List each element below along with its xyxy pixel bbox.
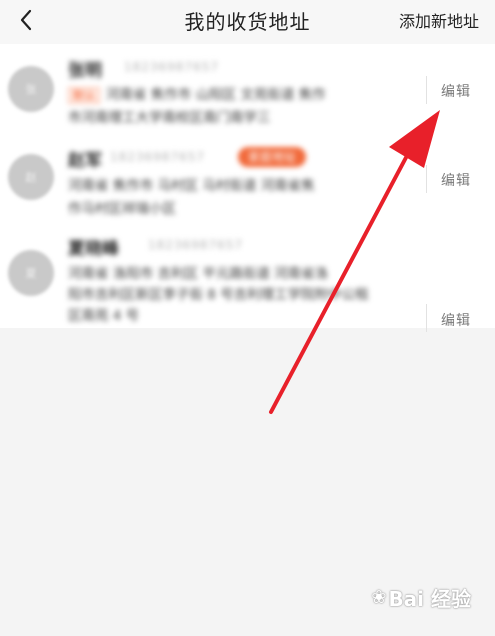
address-line-2: 阳市吉利区新区李子街 8 号吉利理工学院附中公租: [68, 287, 369, 303]
paw-icon: ❀: [371, 587, 387, 608]
avatar: 赵: [8, 154, 54, 200]
address-label-badge: 家庭地址: [238, 147, 307, 167]
contact-phone: 18236987657: [148, 238, 243, 252]
address-line-2: 作马村区祥瑞小区: [68, 201, 176, 217]
edit-button[interactable]: 编辑: [441, 310, 471, 330]
contact-phone: 18236987657: [110, 150, 205, 164]
address-item[interactable]: 张 张明 18236987657 默认 河南省 焦作市 山阳区 文苑街道 焦作 市…: [0, 44, 495, 136]
contact-name: 赵军: [68, 151, 102, 171]
watermark-text: Bai 经验: [388, 587, 471, 611]
address-line-1: 河南省 焦作市 马村区 马村街道 河南省焦: [68, 178, 315, 194]
contact-name: 张明: [68, 61, 102, 81]
top-bar: 我的收货地址 添加新地址: [0, 0, 495, 44]
address-line-3: 区南苑 4 号: [68, 308, 140, 324]
divider: [426, 304, 427, 332]
contact-phone: 18236987657: [124, 60, 219, 74]
add-address-button[interactable]: 添加新地址: [399, 8, 479, 32]
divider: [426, 165, 427, 193]
avatar: 张: [8, 66, 54, 112]
address-list: 张 张明 18236987657 默认 河南省 焦作市 山阳区 文苑街道 焦作 市…: [0, 44, 495, 332]
default-tag: 默认: [68, 87, 100, 104]
address-line-2: 市河南理工大学南校区南门南学三: [68, 110, 271, 126]
watermark: ❀ Bai 经验: [371, 583, 471, 612]
address-item[interactable]: 夏 夏晓峰 18236987657 河南省 洛阳市 吉利区 平元路街道 河南省洛…: [0, 228, 495, 332]
address-item[interactable]: 赵 赵军 18236987657 家庭地址 河南省 焦作市 马村区 马村街道 河…: [0, 136, 495, 228]
edit-button[interactable]: 编辑: [441, 170, 471, 190]
address-line-1: 河南省 洛阳市 吉利区 平元路街道 河南省洛: [68, 266, 329, 282]
address-line-1: 默认 河南省 焦作市 山阳区 文苑街道 焦作: [68, 83, 413, 104]
divider: [426, 76, 427, 104]
avatar: 夏: [8, 250, 54, 296]
contact-name: 夏晓峰: [68, 239, 119, 259]
address-text: 河南省 焦作市 山阳区 文苑街道 焦作: [106, 87, 326, 103]
edit-button[interactable]: 编辑: [441, 81, 471, 101]
